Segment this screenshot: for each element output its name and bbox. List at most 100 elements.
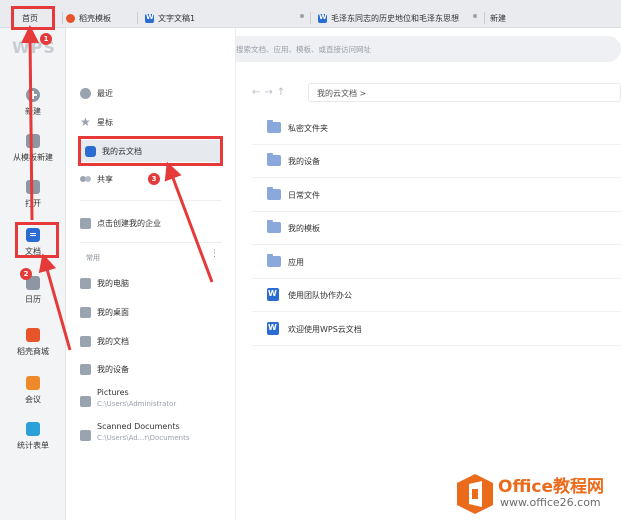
nav-meeting[interactable]: 会议 [0,376,66,405]
enterprise-icon [80,217,91,229]
breadcrumb[interactable]: 我的云文档 > [308,83,621,102]
word-icon [318,13,327,23]
tab-label: 毛泽东同志的历史地位和毛泽东思想 [331,13,459,23]
file-row-my-device[interactable]: 我的设备 [252,145,621,178]
panel-item-my-computer[interactable]: 我的电脑 [80,274,129,292]
close-dot-icon[interactable] [300,14,304,18]
path-title: Scanned Documents [97,422,180,431]
clock-icon [80,87,91,99]
tab-separator [310,12,311,24]
nav-label: 会议 [25,395,41,404]
documents-icon [80,335,91,347]
panel-item-my-device[interactable]: 我的设备 [80,360,129,378]
file-label: 我的设备 [288,157,320,166]
file-label: 使用团队协作办公 [288,291,352,300]
lock-folder-icon [267,120,281,133]
search-bar[interactable]: 搜索文档、应用、模板、或直接访问网址 [208,36,621,62]
step-badge: 1 [40,33,52,45]
panel-item-my-documents[interactable]: 我的文档 [80,332,129,350]
office-logo-icon [457,474,493,514]
folder-icon [267,187,281,200]
panel-item-my-desktop[interactable]: 我的桌面 [80,303,129,321]
nav-docer-store[interactable]: 稻壳商城 [0,328,66,357]
tab-document-1[interactable]: 文字文稿1 [145,8,310,28]
path-location: C:\Users\Ad...r\Documents [97,434,190,442]
file-row-apps[interactable]: 应用 [252,246,621,279]
file-row-welcome[interactable]: 欢迎使用WPS云文档 [252,313,621,346]
watermark-url: www.office26.com [500,496,601,509]
nav-label: 稻壳商城 [17,347,49,356]
folder-icon [267,220,281,233]
desktop-icon [80,306,91,318]
nav-stat-form[interactable]: 统计表单 [0,422,66,451]
panel-item-label: 我的设备 [97,364,129,374]
file-row-my-templates[interactable]: 我的模板 [252,212,621,245]
nav-label: 新建 [25,107,41,116]
tab-separator [62,12,63,24]
file-label: 日常文件 [288,191,320,200]
step-badge: 3 [148,173,160,185]
template-icon [26,134,40,148]
file-label: 应用 [288,258,304,267]
path-item-scanned-documents[interactable]: Scanned Documents C:\Users\Ad...r\Docume… [80,422,190,442]
nav-new[interactable]: 新建 [0,88,66,117]
tab-label: 新建 [490,13,506,23]
share-icon [80,174,91,185]
shell-icon [66,13,75,23]
nav-calendar[interactable]: 日历 [0,276,66,305]
panel-item-label: 我的桌面 [97,307,129,317]
nav-new-from-template[interactable]: 从模板新建 [0,134,66,163]
panel-item-shared[interactable]: 共享 [80,170,113,188]
folder-open-icon [26,180,40,194]
panel-item-create-enterprise[interactable]: 点击创建我的企业 [80,214,161,232]
folder-icon [80,430,91,441]
folder-icon [80,396,91,407]
star-icon: ★ [80,114,91,129]
more-options-icon[interactable]: ⋮ [210,249,219,259]
divider [80,200,222,201]
file-row-team-collab[interactable]: 使用团队协作办公 [252,279,621,312]
tab-label: 文字文稿1 [158,13,196,23]
tab-separator [137,12,138,24]
word-icon [145,13,154,23]
path-title: Pictures [97,388,129,397]
section-label-common: 常用 [86,254,100,262]
annotation-box-my-cloud-docs [78,136,223,166]
nav-label: 从模板新建 [13,153,53,162]
path-location: C:\Users\Administrator [97,400,177,408]
panel-item-label: 点击创建我的企业 [97,218,161,228]
history-navigation[interactable]: ←→↑ [252,87,289,98]
shell-store-icon [26,328,40,342]
file-row-private-folder[interactable]: 私密文件夹 [252,112,621,145]
panel-item-label: 最近 [97,88,113,98]
plus-circle-icon [26,88,40,102]
tab-docer-template[interactable]: 稻壳模板 [66,8,136,28]
nav-label: 统计表单 [17,441,49,450]
tab-new[interactable]: 新建 [490,8,530,28]
annotation-box-home [11,6,55,30]
file-row-daily-files[interactable]: 日常文件 [252,179,621,212]
search-placeholder: 搜索文档、应用、模板、或直接访问网址 [236,45,371,54]
folder-icon [267,254,281,267]
nav-open[interactable]: 打开 [0,180,66,209]
tab-bar: 首页 稻壳模板 文字文稿1 毛泽东同志的历史地位和毛泽东思想 新建 [0,0,621,28]
left-sidebar: WPS 新建 从模板新建 打开 文档 日历 稻壳商城 会议 统计表单 [0,28,66,520]
panel-item-label: 星标 [97,117,113,127]
step-badge: 2 [20,268,32,280]
panel-item-recent[interactable]: 最近 [80,84,113,102]
close-dot-icon[interactable] [473,14,477,18]
meeting-icon [26,376,40,390]
word-doc-icon [267,288,279,301]
form-icon [26,422,40,436]
panel-item-label: 我的文档 [97,336,129,346]
tab-label: 稻壳模板 [79,13,111,23]
file-label: 欢迎使用WPS云文档 [288,325,362,334]
panel-item-starred[interactable]: ★ 星标 [80,113,113,131]
watermark: Office教程网 www.office26.com [452,470,621,520]
tab-document-2[interactable]: 毛泽东同志的历史地位和毛泽东思想 [318,8,483,28]
nav-panel: 最近 ★ 星标 我的云文档 共享 点击创建我的企业 常用 ⋮ 我的电脑 我的桌面… [66,28,236,520]
file-label: 我的模板 [288,224,320,233]
path-item-pictures[interactable]: Pictures C:\Users\Administrator [80,388,176,408]
breadcrumb-text: 我的云文档 > [317,89,367,98]
word-doc-icon [267,322,279,335]
